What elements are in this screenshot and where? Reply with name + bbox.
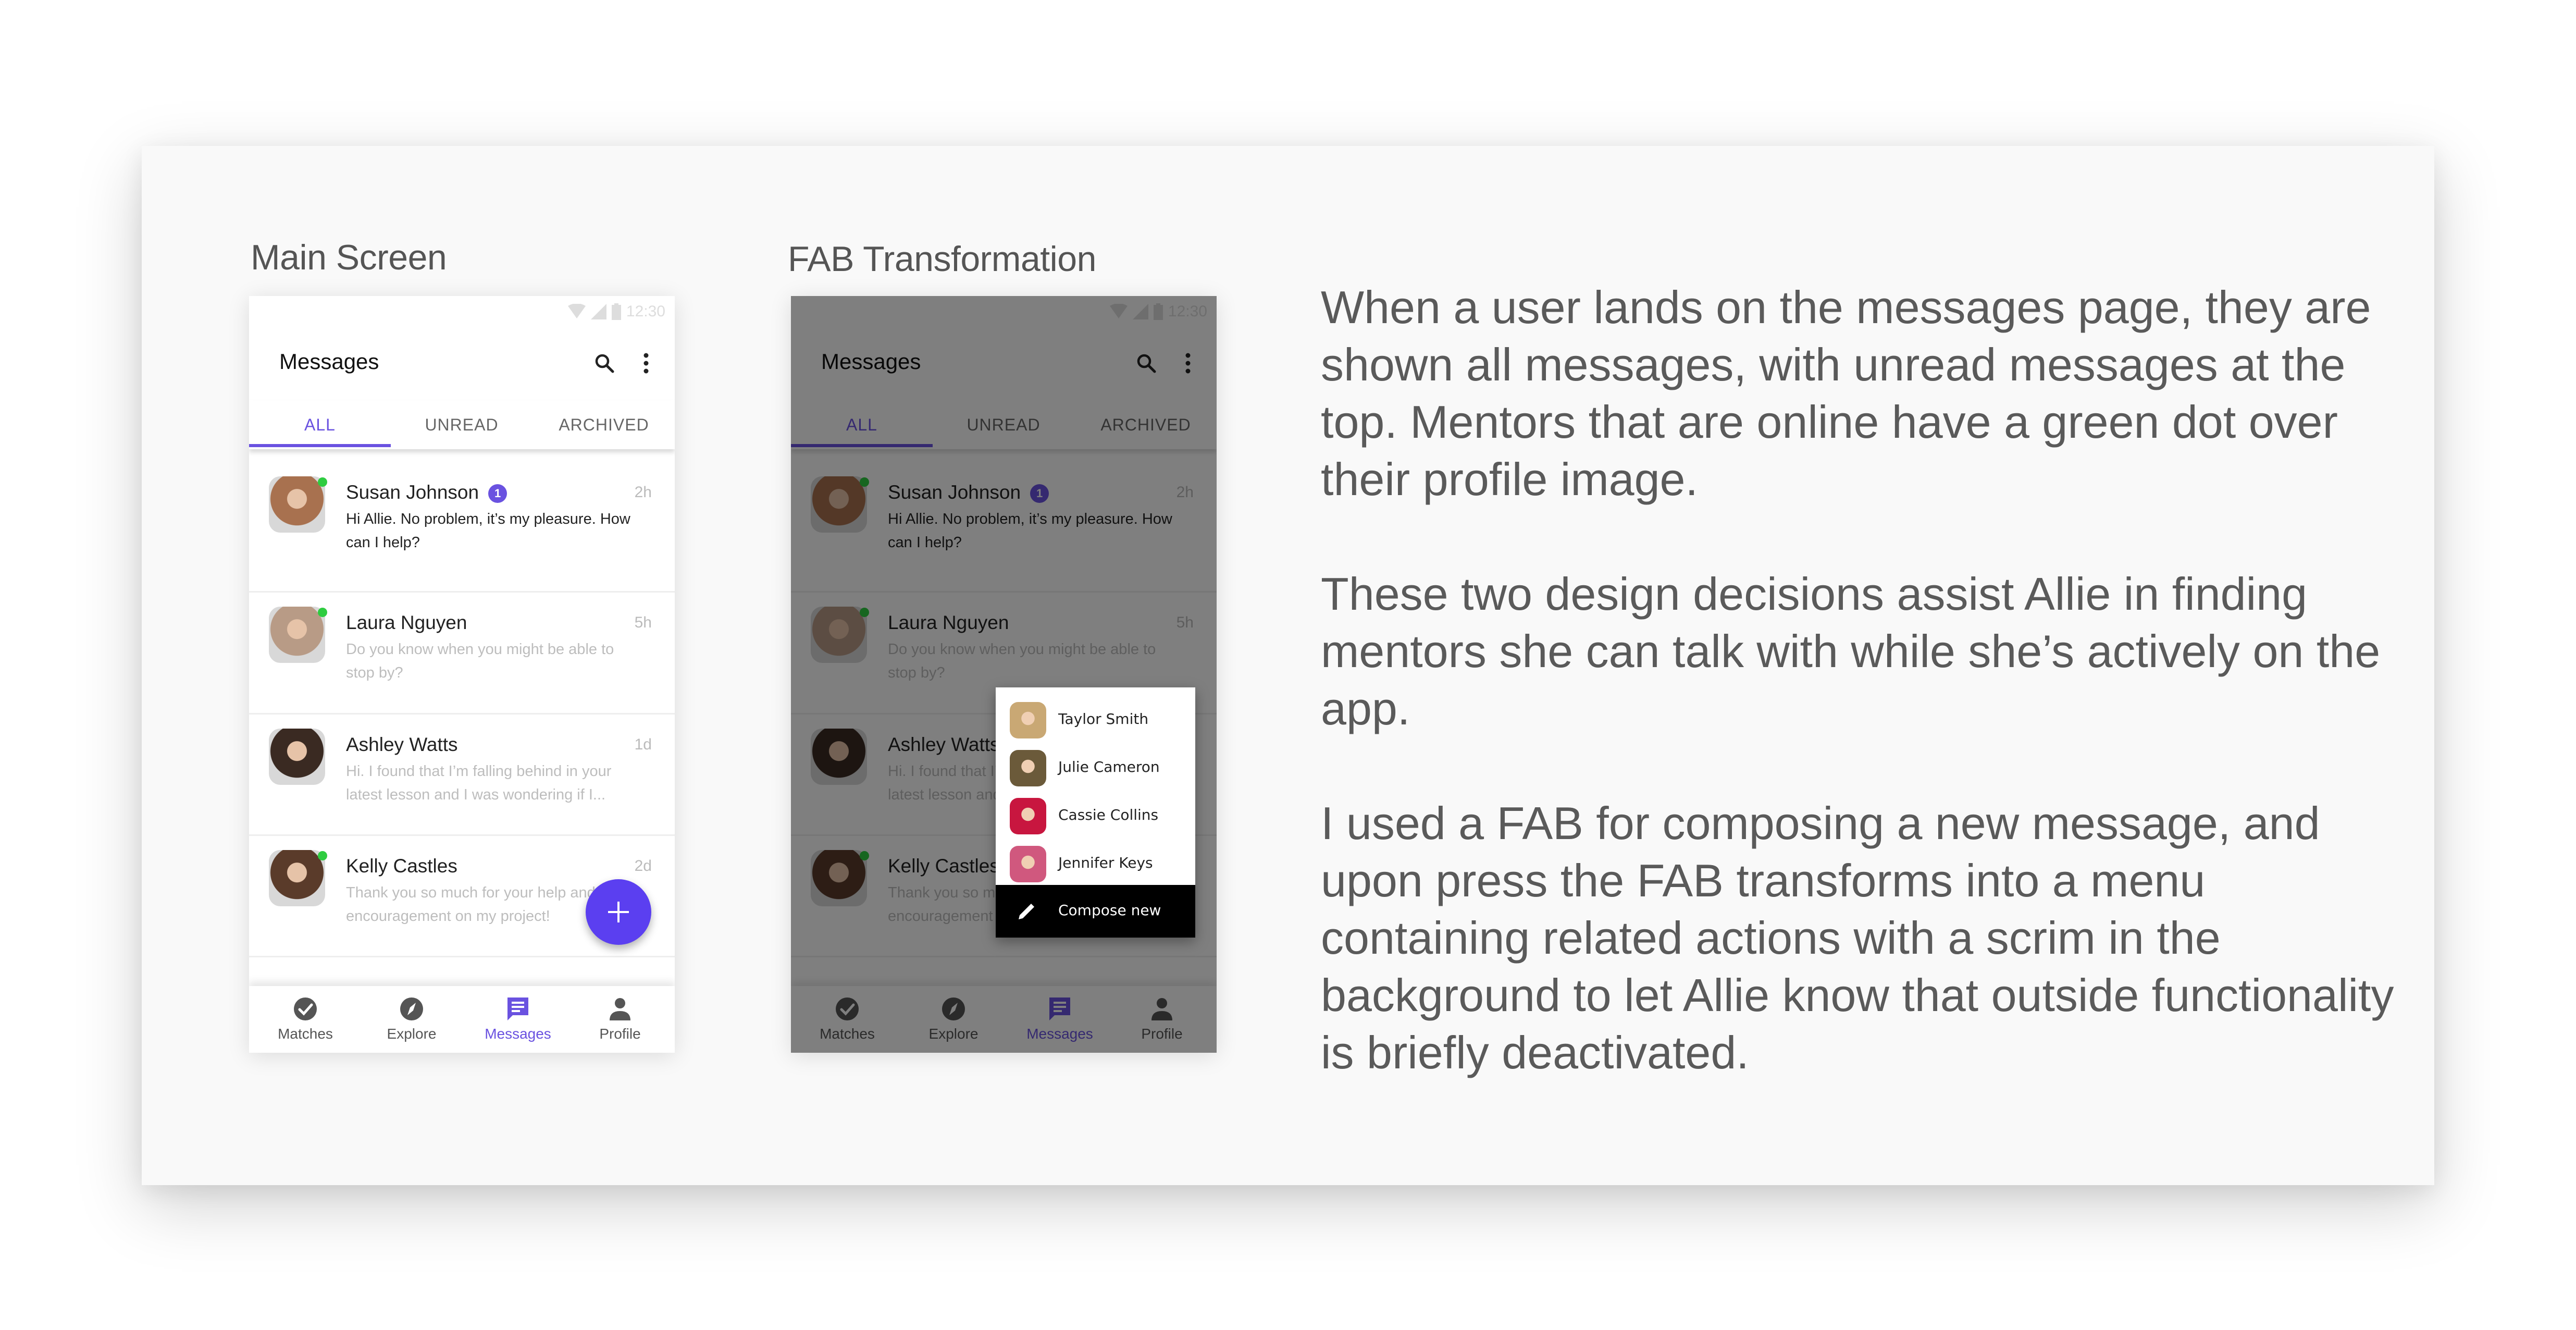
tab-unread[interactable]: UNREAD xyxy=(391,400,532,449)
menu-contact-item[interactable]: Jennifer Keys xyxy=(996,839,1195,886)
nav-item-matches[interactable]: Matches xyxy=(252,986,358,1053)
message-preview: Hi Allie. No problem, it’s my pleasure. … xyxy=(346,511,630,551)
tab-indicator xyxy=(249,444,391,447)
description-paragraph-2: These two design decisions assist Allie … xyxy=(1321,568,2381,734)
unread-badge: 1 xyxy=(488,484,507,503)
nav-label: Profile xyxy=(599,1026,641,1042)
avatar xyxy=(1010,798,1046,834)
tab-bar: ALL UNREAD ARCHIVED xyxy=(249,400,675,449)
app-bar: Messages xyxy=(249,327,675,390)
contact-name: Taylor Smith xyxy=(1058,710,1149,728)
online-indicator xyxy=(318,477,327,487)
status-time: 12:30 xyxy=(626,303,665,320)
wifi-icon xyxy=(567,304,586,318)
scrim[interactable] xyxy=(791,296,1217,1053)
conversation-row[interactable]: Ashley Watts 1d Hi. I found that I’m falli… xyxy=(249,713,675,836)
message-preview: Hi. I found that I’m falling behind in y… xyxy=(346,763,612,803)
avatar xyxy=(1010,750,1046,786)
avatar xyxy=(269,850,325,906)
message-time: 2d xyxy=(634,857,652,875)
contact-name: Kelly Castles xyxy=(346,855,457,877)
message-time: 2h xyxy=(634,484,652,501)
fab-menu: Taylor Smith Julie Cameron Cassie Collins J… xyxy=(996,687,1195,938)
contact-name: Cassie Collins xyxy=(1058,806,1159,823)
contact-name: Ashley Watts xyxy=(346,734,458,756)
battery-icon xyxy=(611,303,621,320)
description-text: When a user lands on the messages page, … xyxy=(1321,279,2405,1139)
online-indicator xyxy=(318,608,327,617)
menu-contact-item[interactable]: Taylor Smith xyxy=(996,695,1195,743)
contact-name: Laura Nguyen xyxy=(346,612,467,634)
message-time: 1d xyxy=(634,736,652,753)
menu-contact-item[interactable]: Cassie Collins xyxy=(996,791,1195,839)
online-indicator xyxy=(318,851,327,860)
fab-transformation-phone: 12:30 Messages ALL UNREAD ARCHIVED Susan… xyxy=(791,296,1217,1053)
nav-label: Explore xyxy=(387,1026,437,1042)
chat-icon xyxy=(507,998,528,1020)
nav-label: Messages xyxy=(485,1026,551,1042)
status-bar: 12:30 xyxy=(249,296,675,327)
message-preview: Do you know when you might be able to st… xyxy=(346,641,614,681)
more-vert-icon[interactable] xyxy=(633,350,659,376)
avatar xyxy=(1010,846,1046,882)
contact-name: Julie Cameron xyxy=(1058,758,1160,775)
compose-fab[interactable] xyxy=(586,879,651,945)
conversation-row[interactable]: Laura Nguyen 5h Do you know when you might… xyxy=(249,591,675,715)
description-paragraph-3: I used a FAB for composing a new message… xyxy=(1321,797,2394,1078)
menu-contact-item[interactable]: Julie Cameron xyxy=(996,743,1195,791)
search-icon[interactable] xyxy=(591,350,617,376)
nav-item-messages[interactable]: Messages xyxy=(465,986,571,1053)
avatar xyxy=(269,729,325,785)
signal-icon xyxy=(590,304,606,319)
tab-archived[interactable]: ARCHIVED xyxy=(533,400,675,449)
compose-new-button[interactable]: Compose new xyxy=(996,885,1195,938)
conversation-row[interactable]: Susan Johnson 1 2hHi Allie. No problem, it… xyxy=(249,452,675,593)
page-title: Messages xyxy=(279,349,379,374)
tab-all[interactable]: ALL xyxy=(249,400,391,449)
contact-name-text: Ashley Watts xyxy=(346,734,458,755)
plus-icon xyxy=(608,902,629,922)
main-screen-label: Main Screen xyxy=(251,238,447,277)
message-time: 5h xyxy=(634,614,652,631)
avatar xyxy=(269,607,325,663)
person-icon xyxy=(610,998,630,1020)
contact-name: Susan Johnson 1 xyxy=(346,482,507,503)
contact-name: Jennifer Keys xyxy=(1058,854,1153,871)
pencil-icon xyxy=(1019,904,1034,919)
description-paragraph-1: When a user lands on the messages page, … xyxy=(1321,281,2371,505)
nav-item-profile[interactable]: Profile xyxy=(567,986,673,1053)
compass-icon xyxy=(400,998,423,1020)
contact-name-text: Susan Johnson xyxy=(346,482,479,503)
nav-label: Matches xyxy=(278,1026,333,1042)
check-circle-icon xyxy=(294,998,317,1020)
bottom-navigation: Matches Explore Messages Profile xyxy=(249,986,675,1053)
nav-item-explore[interactable]: Explore xyxy=(358,986,465,1053)
avatar xyxy=(269,476,325,533)
contact-name-text: Laura Nguyen xyxy=(346,612,467,633)
fab-transformation-label: FAB Transformation xyxy=(788,239,1096,279)
main-screen-phone: 12:30 Messages ALL UNREAD ARCHIVED Susan… xyxy=(249,296,675,1053)
compose-new-label: Compose new xyxy=(1058,902,1161,919)
avatar xyxy=(1010,702,1046,738)
contact-name-text: Kelly Castles xyxy=(346,855,457,877)
